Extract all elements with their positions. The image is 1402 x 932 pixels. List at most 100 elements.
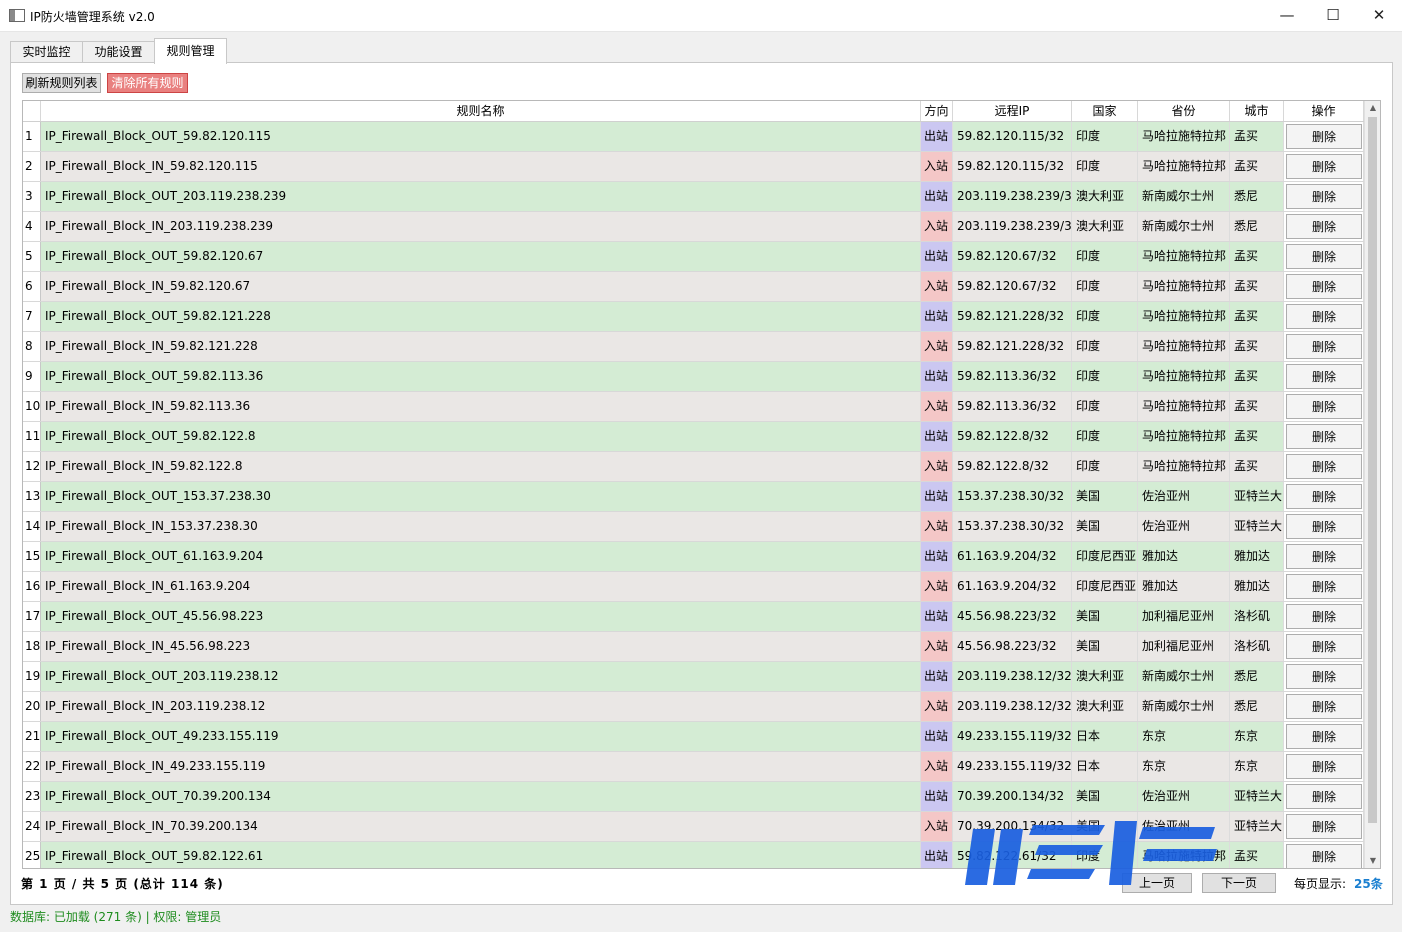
delete-rule-button[interactable]: 删除 [1286, 244, 1362, 269]
province-cell: 马哈拉施特拉邦 [1138, 302, 1230, 331]
delete-rule-button[interactable]: 删除 [1286, 754, 1362, 779]
direction-cell: 出站 [921, 182, 953, 211]
maximize-button[interactable]: ☐ [1310, 0, 1356, 31]
delete-rule-button[interactable]: 删除 [1286, 694, 1362, 719]
tab-function-settings[interactable]: 功能设置 [82, 41, 155, 63]
table-row[interactable]: 10 IP_Firewall_Block_IN_59.82.113.36 入站 59.… [23, 392, 1364, 422]
row-index: 15 [23, 542, 41, 571]
table-row[interactable]: 20 IP_Firewall_Block_IN_203.119.238.12 入站 2… [23, 692, 1364, 722]
remote-ip-cell: 203.119.238.12/32 [953, 662, 1072, 691]
header-city[interactable]: 城市 [1230, 101, 1284, 121]
scroll-down-arrow-icon[interactable]: ▼ [1365, 854, 1380, 868]
remote-ip-cell: 61.163.9.204/32 [953, 542, 1072, 571]
delete-rule-button[interactable]: 删除 [1286, 724, 1362, 749]
delete-rule-button[interactable]: 删除 [1286, 304, 1362, 329]
delete-rule-button[interactable]: 删除 [1286, 124, 1362, 149]
province-cell: 加利福尼亚州 [1138, 632, 1230, 661]
delete-rule-button[interactable]: 删除 [1286, 514, 1362, 539]
table-row[interactable]: 25 IP_Firewall_Block_OUT_59.82.122.61 出站 59… [23, 842, 1364, 868]
table-row[interactable]: 18 IP_Firewall_Block_IN_45.56.98.223 入站 45.… [23, 632, 1364, 662]
row-index: 18 [23, 632, 41, 661]
table-row[interactable]: 6 IP_Firewall_Block_IN_59.82.120.67 入站 59.8… [23, 272, 1364, 302]
province-cell: 马哈拉施特拉邦 [1138, 842, 1230, 868]
rule-name-cell: IP_Firewall_Block_IN_59.82.120.67 [41, 272, 921, 301]
table-row[interactable]: 12 IP_Firewall_Block_IN_59.82.122.8 入站 59.8… [23, 452, 1364, 482]
table-row[interactable]: 3 IP_Firewall_Block_OUT_203.119.238.239 出站… [23, 182, 1364, 212]
delete-rule-button[interactable]: 删除 [1286, 604, 1362, 629]
window-title: IP防火墙管理系统 v2.0 [30, 10, 155, 24]
table-row[interactable]: 1 IP_Firewall_Block_OUT_59.82.120.115 出站 59… [23, 122, 1364, 152]
delete-rule-button[interactable]: 删除 [1286, 334, 1362, 359]
operation-cell: 删除 [1284, 572, 1364, 601]
delete-rule-button[interactable]: 删除 [1286, 634, 1362, 659]
table-row[interactable]: 19 IP_Firewall_Block_OUT_203.119.238.12 出站… [23, 662, 1364, 692]
delete-rule-button[interactable]: 删除 [1286, 844, 1362, 868]
rule-name-cell: IP_Firewall_Block_OUT_45.56.98.223 [41, 602, 921, 631]
header-direction[interactable]: 方向 [921, 101, 953, 121]
header-rule-name[interactable]: 规则名称 [41, 101, 921, 121]
delete-rule-button[interactable]: 删除 [1286, 664, 1362, 689]
table-row[interactable]: 4 IP_Firewall_Block_IN_203.119.238.239 入站 2… [23, 212, 1364, 242]
table-row[interactable]: 8 IP_Firewall_Block_IN_59.82.121.228 入站 59.… [23, 332, 1364, 362]
table-row[interactable]: 21 IP_Firewall_Block_OUT_49.233.155.119 出站… [23, 722, 1364, 752]
tab-realtime-monitor[interactable]: 实时监控 [10, 41, 83, 63]
table-row[interactable]: 5 IP_Firewall_Block_OUT_59.82.120.67 出站 59.… [23, 242, 1364, 272]
tab-rule-management[interactable]: 规则管理 [154, 38, 227, 64]
delete-rule-button[interactable]: 删除 [1286, 544, 1362, 569]
country-cell: 印度 [1072, 242, 1138, 271]
refresh-rules-button[interactable]: 刷新规则列表 [22, 73, 101, 93]
table-row[interactable]: 14 IP_Firewall_Block_IN_153.37.238.30 入站 15… [23, 512, 1364, 542]
direction-cell: 入站 [921, 572, 953, 601]
delete-rule-button[interactable]: 删除 [1286, 364, 1362, 389]
table-row[interactable]: 7 IP_Firewall_Block_OUT_59.82.121.228 出站 59… [23, 302, 1364, 332]
table-row[interactable]: 13 IP_Firewall_Block_OUT_153.37.238.30 出站 1… [23, 482, 1364, 512]
table-row[interactable]: 24 IP_Firewall_Block_IN_70.39.200.134 入站 70… [23, 812, 1364, 842]
table-row[interactable]: 22 IP_Firewall_Block_IN_49.233.155.119 入站 4… [23, 752, 1364, 782]
table-row[interactable]: 16 IP_Firewall_Block_IN_61.163.9.204 入站 61.… [23, 572, 1364, 602]
scrollbar-thumb[interactable] [1368, 117, 1377, 823]
city-cell: 雅加达 [1230, 542, 1284, 571]
header-country[interactable]: 国家 [1072, 101, 1138, 121]
header-remote-ip[interactable]: 远程IP [953, 101, 1072, 121]
remote-ip-cell: 59.82.122.8/32 [953, 422, 1072, 451]
table-row[interactable]: 9 IP_Firewall_Block_OUT_59.82.113.36 出站 59.… [23, 362, 1364, 392]
delete-rule-button[interactable]: 删除 [1286, 394, 1362, 419]
remote-ip-cell: 203.119.238.239/32 [953, 212, 1072, 241]
direction-cell: 入站 [921, 692, 953, 721]
minimize-button[interactable]: — [1264, 0, 1310, 31]
delete-rule-button[interactable]: 删除 [1286, 454, 1362, 479]
table-row[interactable]: 15 IP_Firewall_Block_OUT_61.163.9.204 出站 61… [23, 542, 1364, 572]
delete-rule-button[interactable]: 删除 [1286, 154, 1362, 179]
delete-rule-button[interactable]: 删除 [1286, 214, 1362, 239]
close-button[interactable]: ✕ [1356, 0, 1402, 31]
table-row[interactable]: 23 IP_Firewall_Block_OUT_70.39.200.134 出站 7… [23, 782, 1364, 812]
delete-rule-button[interactable]: 删除 [1286, 484, 1362, 509]
clear-all-rules-button[interactable]: 清除所有规则 [107, 73, 188, 93]
rule-name-cell: IP_Firewall_Block_OUT_70.39.200.134 [41, 782, 921, 811]
delete-rule-button[interactable]: 删除 [1286, 424, 1362, 449]
operation-cell: 删除 [1284, 422, 1364, 451]
vertical-scrollbar[interactable]: ▲ ▼ [1364, 101, 1380, 868]
delete-rule-button[interactable]: 删除 [1286, 574, 1362, 599]
row-index: 5 [23, 242, 41, 271]
header-province[interactable]: 省份 [1138, 101, 1230, 121]
table-row[interactable]: 11 IP_Firewall_Block_OUT_59.82.122.8 出站 59.… [23, 422, 1364, 452]
prev-page-button[interactable]: 上一页 [1122, 873, 1192, 893]
rule-name-cell: IP_Firewall_Block_OUT_61.163.9.204 [41, 542, 921, 571]
per-page-select[interactable]: 25条 [1354, 875, 1383, 892]
operation-cell: 删除 [1284, 752, 1364, 781]
table-row[interactable]: 17 IP_Firewall_Block_OUT_45.56.98.223 出站 45… [23, 602, 1364, 632]
delete-rule-button[interactable]: 删除 [1286, 274, 1362, 299]
country-cell: 印度 [1072, 332, 1138, 361]
direction-cell: 出站 [921, 242, 953, 271]
delete-rule-button[interactable]: 删除 [1286, 784, 1362, 809]
delete-rule-button[interactable]: 删除 [1286, 184, 1362, 209]
remote-ip-cell: 59.82.120.115/32 [953, 122, 1072, 151]
header-index [23, 101, 41, 121]
delete-rule-button[interactable]: 删除 [1286, 814, 1362, 839]
header-operation[interactable]: 操作 [1284, 101, 1364, 121]
scroll-up-arrow-icon[interactable]: ▲ [1365, 101, 1380, 115]
next-page-button[interactable]: 下一页 [1202, 873, 1276, 893]
table-row[interactable]: 2 IP_Firewall_Block_IN_59.82.120.115 入站 59.… [23, 152, 1364, 182]
direction-cell: 入站 [921, 152, 953, 181]
